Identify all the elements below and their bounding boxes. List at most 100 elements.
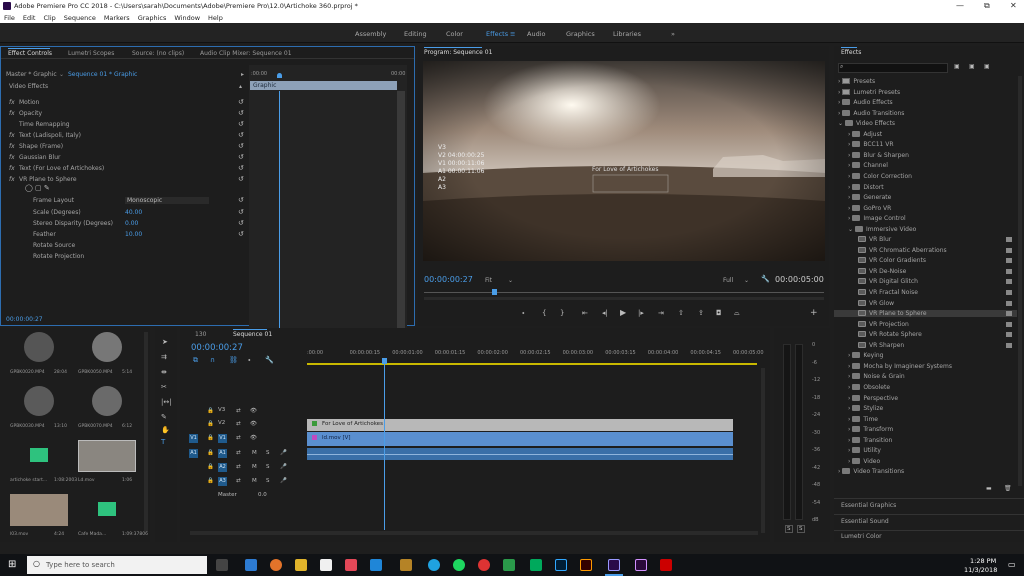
- essential-sound-panel-tab[interactable]: Essential Sound: [841, 518, 889, 525]
- effects-tree-item[interactable]: VR Projection: [858, 320, 909, 328]
- tab-previous-sequence[interactable]: 130: [195, 331, 206, 338]
- effects-tree-item[interactable]: › GoPro VR: [848, 204, 891, 212]
- menu-sequence[interactable]: Sequence: [64, 14, 96, 22]
- lock-icon[interactable]: 🔒: [207, 421, 214, 427]
- close-button[interactable]: ✕: [1010, 1, 1017, 10]
- pen-tool-icon[interactable]: ✎: [161, 413, 167, 421]
- wrench-icon[interactable]: 🔧: [265, 356, 274, 364]
- effects-tree-item[interactable]: › Color Correction: [848, 172, 912, 180]
- sync-lock-icon[interactable]: ⇄: [236, 435, 241, 441]
- project-item-thumbnail[interactable]: [78, 386, 136, 418]
- workspace-effects[interactable]: Effects: [486, 30, 508, 38]
- effects-tree-item[interactable]: › Utility: [848, 447, 881, 454]
- effects-tree-item[interactable]: VR Chromatic Aberrations: [858, 246, 947, 254]
- program-monitor-title[interactable]: Program: Sequence 01: [424, 49, 492, 56]
- effects-tree-item[interactable]: › Mocha by Imagineer Systems: [848, 362, 952, 370]
- reset-icon[interactable]: ↺: [238, 120, 244, 128]
- effects-search-input[interactable]: [838, 63, 948, 73]
- timeline-h-scrollbar[interactable]: [190, 531, 758, 535]
- solo-button[interactable]: S: [266, 450, 270, 456]
- solo-button[interactable]: S: [266, 478, 270, 484]
- effects-tree-item[interactable]: › Generate: [848, 194, 891, 201]
- solo-button[interactable]: S: [266, 464, 270, 470]
- menu-file[interactable]: File: [4, 14, 15, 22]
- effects-tree-item[interactable]: › BCC11 VR: [848, 141, 894, 148]
- effects-tree-item[interactable]: VR Fractal Noise: [858, 289, 918, 296]
- work-area-bar[interactable]: [307, 363, 757, 365]
- track-label-v1[interactable]: V1: [218, 434, 227, 443]
- effects-tree-item[interactable]: › Transform: [848, 426, 893, 433]
- effect-row[interactable]: Text (For Love of Artichokes): [19, 165, 104, 172]
- workspace-more-button[interactable]: »: [671, 30, 675, 38]
- project-item-thumbnail[interactable]: [10, 440, 68, 472]
- lock-icon[interactable]: 🔒: [207, 464, 214, 470]
- menu-graphics[interactable]: Graphics: [138, 14, 167, 22]
- fx-badge-icon[interactable]: fx: [9, 154, 15, 161]
- chevron-down-icon[interactable]: ⌄: [59, 71, 64, 78]
- delete-icon[interactable]: 🗑: [1004, 485, 1012, 492]
- reset-icon[interactable]: ↺: [238, 98, 244, 106]
- fit-dropdown[interactable]: Fit: [485, 277, 492, 284]
- workspace-color[interactable]: Color: [446, 30, 463, 38]
- effects-title[interactable]: Effects: [841, 49, 861, 56]
- effects-tree-item[interactable]: VR Sharpen: [858, 341, 904, 349]
- effects-tree-item[interactable]: › Video: [848, 457, 880, 465]
- play-icon[interactable]: ▶: [620, 308, 626, 317]
- param-value[interactable]: Monoscopic: [125, 197, 209, 204]
- illustrator-icon[interactable]: [580, 559, 592, 571]
- mail-icon[interactable]: [320, 559, 332, 571]
- menu-clip[interactable]: Clip: [43, 14, 55, 22]
- hamburger-menu-icon[interactable]: ≡: [510, 30, 515, 38]
- razor-tool-icon[interactable]: ✂: [161, 383, 167, 391]
- workspace-libraries[interactable]: Libraries: [613, 30, 641, 38]
- program-timecode[interactable]: 00:00:00:27: [424, 275, 473, 284]
- effect-row[interactable]: Shape (Frame): [19, 143, 63, 150]
- fx-badge-icon[interactable]: fx: [9, 99, 15, 106]
- wrench-icon[interactable]: 🔧: [761, 275, 770, 283]
- ripple-edit-tool-icon[interactable]: ⇼: [161, 368, 167, 376]
- effects-tree-item[interactable]: › Image Control: [848, 215, 906, 222]
- mark-out-icon[interactable]: }: [560, 309, 564, 317]
- minimize-button[interactable]: —: [956, 1, 964, 10]
- timeline-v-scrollbar[interactable]: [761, 368, 765, 533]
- chevron-down-icon[interactable]: ⌄: [848, 226, 855, 233]
- yuv-effects-icon[interactable]: ▣: [984, 63, 990, 70]
- reset-icon[interactable]: ↺: [238, 164, 244, 172]
- effect-row[interactable]: Text (Ladispoli, Italy): [19, 132, 81, 139]
- 32-bit-effects-icon[interactable]: ▣: [969, 63, 975, 70]
- go-to-in-icon[interactable]: ⇤: [582, 309, 588, 317]
- effects-tree-item[interactable]: › Blur & Sharpen: [848, 151, 909, 159]
- file-explorer-icon[interactable]: [295, 559, 307, 571]
- project-item-thumbnail[interactable]: [78, 494, 136, 526]
- hand-tool-icon[interactable]: ✋: [161, 426, 170, 434]
- chevron-down-icon[interactable]: ⌄: [838, 120, 845, 127]
- photoshop-icon[interactable]: [555, 559, 567, 571]
- effects-tree-item[interactable]: › Video Transitions: [838, 468, 904, 475]
- mute-button[interactable]: M: [252, 464, 257, 470]
- track-label-a2[interactable]: A2: [218, 463, 227, 472]
- effects-tree-item[interactable]: › Keying: [848, 352, 883, 359]
- maximize-button[interactable]: ⧉: [984, 1, 990, 11]
- project-item-thumbnail[interactable]: [10, 386, 68, 418]
- effects-tree-item[interactable]: VR Blur: [858, 236, 891, 243]
- timeline-ruler[interactable]: :00:00 00:00:00:15 00:00:01:00 00:00:01:15 0…: [307, 350, 764, 362]
- add-marker-icon[interactable]: ⬩: [522, 309, 525, 318]
- lock-icon[interactable]: 🔒: [207, 450, 214, 456]
- effects-tree-item[interactable]: › Noise & Grain: [848, 373, 905, 380]
- chevron-down-icon[interactable]: ⌄: [508, 277, 513, 284]
- premiere-pro-icon[interactable]: [608, 559, 620, 571]
- new-bin-icon[interactable]: ▬: [986, 485, 992, 492]
- effects-tree-item[interactable]: › Stylize: [848, 405, 883, 412]
- tab-effect-controls[interactable]: Effect Controls: [8, 50, 52, 57]
- vr-video-icon[interactable]: ⌓: [734, 309, 740, 318]
- workspace-graphics[interactable]: Graphics: [566, 30, 595, 38]
- app-icon[interactable]: [400, 559, 412, 571]
- mark-in-icon[interactable]: {: [542, 309, 546, 317]
- reset-icon[interactable]: ↺: [238, 196, 244, 204]
- param-value[interactable]: 0.00: [125, 220, 138, 227]
- track-select-tool-icon[interactable]: ⇉: [161, 353, 167, 361]
- timeline-timecode[interactable]: 00:00:00:27: [191, 343, 243, 353]
- workspace-editing[interactable]: Editing: [404, 30, 427, 38]
- nest-icon[interactable]: ⧉: [193, 356, 198, 365]
- essential-graphics-panel-tab[interactable]: Essential Graphics: [841, 502, 896, 509]
